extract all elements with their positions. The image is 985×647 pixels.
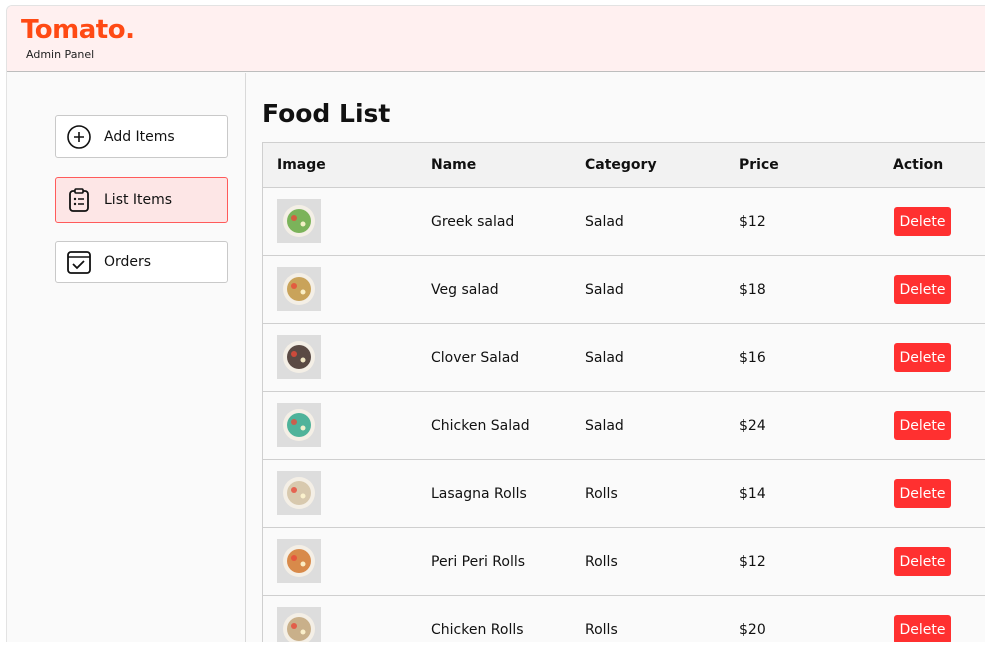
food-image xyxy=(277,471,321,515)
sidebar-item-label: List Items xyxy=(104,192,173,208)
food-category: Salad xyxy=(585,350,624,366)
food-price: $24 xyxy=(739,418,766,434)
food-price: $14 xyxy=(739,486,766,502)
delete-button[interactable]: Delete xyxy=(894,411,951,440)
table-body: Greek salad Salad $12 Delete Veg salad S… xyxy=(262,188,985,642)
food-category: Rolls xyxy=(585,622,618,638)
sidebar-item-label: Orders xyxy=(104,254,152,270)
delete-button[interactable]: Delete xyxy=(894,275,951,304)
food-price: $20 xyxy=(739,622,766,638)
sidebar-item-label: Add Items xyxy=(104,128,175,145)
delete-button[interactable]: Delete xyxy=(894,615,951,642)
checkbox-icon xyxy=(66,249,92,275)
column-header-category: Category xyxy=(585,157,657,173)
food-price: $18 xyxy=(739,282,766,298)
table-row: Lasagna Rolls Rolls $14 Delete xyxy=(262,460,985,528)
food-category: Salad xyxy=(585,282,624,298)
app-frame: Tomato. Admin Panel Add Items List Items… xyxy=(6,5,985,642)
column-header-price: Price xyxy=(739,157,779,173)
header: Tomato. Admin Panel xyxy=(7,6,985,72)
food-image xyxy=(277,607,321,642)
table-row: Clover Salad Salad $16 Delete xyxy=(262,324,985,392)
column-header-image: Image xyxy=(277,157,326,173)
delete-button[interactable]: Delete xyxy=(894,479,951,508)
delete-button[interactable]: Delete xyxy=(894,547,951,576)
food-table: Image Name Category Price Action Greek s… xyxy=(262,142,985,642)
food-name: Clover Salad xyxy=(431,350,520,366)
food-category: Salad xyxy=(585,418,624,434)
food-category: Rolls xyxy=(585,554,618,570)
sidebar-item-orders[interactable]: Orders xyxy=(55,241,228,283)
food-name: Lasagna Rolls xyxy=(431,486,527,502)
delete-button[interactable]: Delete xyxy=(894,343,951,372)
main-content: Food List Image Name Category Price Acti… xyxy=(262,73,985,642)
food-price: $12 xyxy=(739,554,766,570)
food-image xyxy=(277,335,321,379)
sidebar-item-add-items[interactable]: Add Items xyxy=(55,115,228,158)
table-header: Image Name Category Price Action xyxy=(262,142,985,188)
page-title: Food List xyxy=(262,99,391,128)
food-category: Rolls xyxy=(585,486,618,502)
column-header-action: Action xyxy=(893,157,944,173)
sidebar: Add Items List Items Orders xyxy=(7,73,246,642)
table-row: Peri Peri Rolls Rolls $12 Delete xyxy=(262,528,985,596)
food-category: Salad xyxy=(585,214,624,230)
table-row: Chicken Rolls Rolls $20 Delete xyxy=(262,596,985,642)
food-name: Chicken Rolls xyxy=(431,622,524,638)
food-name: Greek salad xyxy=(431,214,515,230)
food-price: $12 xyxy=(739,214,766,230)
column-header-name: Name xyxy=(431,157,477,173)
food-price: $16 xyxy=(739,350,766,366)
food-name: Peri Peri Rolls xyxy=(431,554,526,570)
logo-subtitle: Admin Panel xyxy=(26,48,95,61)
logo[interactable]: Tomato. xyxy=(21,15,135,45)
food-image xyxy=(277,199,321,243)
sidebar-item-list-items[interactable]: List Items xyxy=(55,177,228,223)
food-name: Veg salad xyxy=(431,282,499,298)
table-row: Chicken Salad Salad $24 Delete xyxy=(262,392,985,460)
food-image xyxy=(277,403,321,447)
clipboard-list-icon xyxy=(66,187,92,213)
delete-button[interactable]: Delete xyxy=(894,207,951,236)
food-name: Chicken Salad xyxy=(431,418,530,434)
food-image xyxy=(277,267,321,311)
plus-circle-icon xyxy=(66,124,92,150)
table-row: Greek salad Salad $12 Delete xyxy=(262,188,985,256)
table-row: Veg salad Salad $18 Delete xyxy=(262,256,985,324)
food-image xyxy=(277,539,321,583)
